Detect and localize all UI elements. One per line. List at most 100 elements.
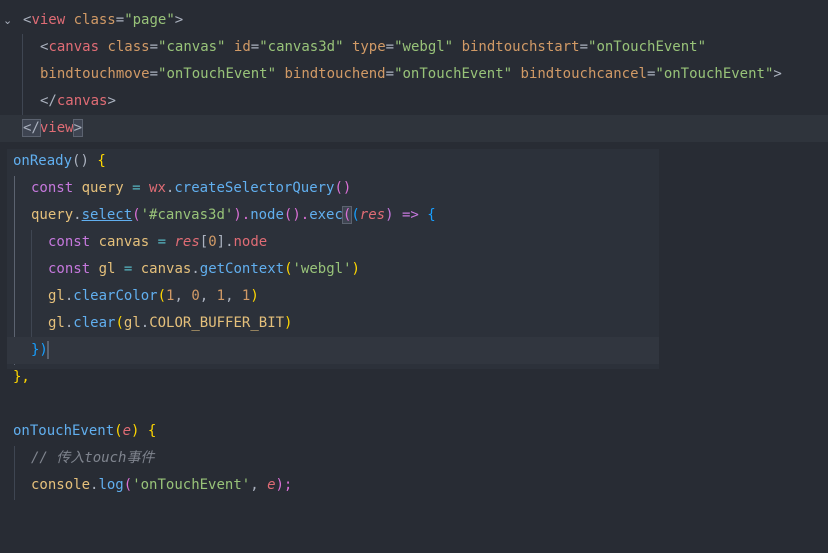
code-line[interactable]: bindtouchmove = "onTouchEvent" bindtouchen… xyxy=(0,61,828,88)
token: console xyxy=(31,477,91,493)
token: ( xyxy=(114,423,123,439)
code-line[interactable]: </view> xyxy=(0,115,828,142)
matching-bracket: > xyxy=(72,119,84,137)
token: { xyxy=(427,207,436,223)
code-line[interactable] xyxy=(0,391,828,418)
token: () xyxy=(334,180,352,196)
token: 0 xyxy=(208,234,217,250)
token: }) xyxy=(31,342,48,358)
token: }, xyxy=(13,369,30,385)
token: , xyxy=(225,288,242,304)
token: "onTouchEvent" xyxy=(588,39,707,55)
code-line[interactable]: }) xyxy=(7,337,659,364)
token: 1 xyxy=(216,288,226,304)
token-link[interactable]: select xyxy=(82,207,133,223)
token: "canvas" xyxy=(158,39,226,55)
token: "onTouchEvent" xyxy=(158,66,277,82)
code-line[interactable]: query.select('#canvas3d').node().exec((r… xyxy=(0,202,828,229)
token: ( xyxy=(157,288,167,304)
token: e xyxy=(267,477,276,493)
token: getContext xyxy=(199,261,285,277)
token: bindtouchstart xyxy=(461,39,580,55)
token: = xyxy=(385,66,395,82)
token: = xyxy=(123,180,150,196)
token: > xyxy=(107,93,116,109)
token: wx xyxy=(149,180,166,196)
token: { xyxy=(147,423,157,439)
token: view xyxy=(39,120,74,136)
code-line[interactable]: onReady() { xyxy=(0,148,828,175)
token: { xyxy=(97,153,106,169)
token: = xyxy=(115,261,141,277)
token: [ xyxy=(199,234,209,250)
token: exec xyxy=(309,207,343,223)
code-line[interactable]: gl.clear(gl.COLOR_BUFFER_BIT) xyxy=(0,310,828,337)
token: ) xyxy=(250,288,259,304)
token: . xyxy=(73,207,82,223)
code-editor[interactable]: ⌄ <view class="page"> <canvas class="can… xyxy=(0,0,828,506)
token: > xyxy=(174,12,184,28)
token: const xyxy=(31,180,74,196)
token: bindtouchend xyxy=(284,66,386,82)
token: res xyxy=(174,234,200,250)
token: "onTouchEvent" xyxy=(655,66,774,82)
token: , xyxy=(199,288,217,304)
code-line[interactable]: }, xyxy=(0,364,828,391)
code-line[interactable]: const query = wx.createSelectorQuery() xyxy=(0,175,828,202)
code-line[interactable]: // 传入touch事件 xyxy=(0,445,828,472)
token: const xyxy=(48,261,91,277)
code-line[interactable]: onTouchEvent(e) { xyxy=(0,418,828,445)
token: query xyxy=(81,180,124,196)
token: canvas xyxy=(56,93,108,109)
token: gl xyxy=(123,315,141,331)
code-line[interactable]: gl.clearColor(1, 0, 1, 1) xyxy=(0,283,828,310)
token: = xyxy=(115,12,125,28)
token: ]. xyxy=(216,234,234,250)
token: gl xyxy=(48,288,65,304)
token: > xyxy=(773,66,782,82)
token: COLOR_BUFFER_BIT xyxy=(149,315,285,331)
token: . xyxy=(191,261,200,277)
token: clear xyxy=(73,315,116,331)
code-line[interactable]: </canvas> xyxy=(0,88,828,115)
token: class xyxy=(73,12,116,28)
token: 0 xyxy=(191,288,200,304)
token: ); xyxy=(275,477,293,493)
token: bindtouchmove xyxy=(40,66,150,82)
code-line[interactable]: const gl = canvas.getContext('webgl') xyxy=(0,256,828,283)
token: view xyxy=(31,12,66,28)
token: </ xyxy=(40,93,57,109)
code-line[interactable]: <canvas class="canvas" id="canvas3d" typ… xyxy=(0,34,828,61)
token: ) => xyxy=(385,207,428,223)
token: gl xyxy=(98,261,116,277)
code-line[interactable]: console.log('onTouchEvent', e); xyxy=(0,472,828,499)
token: "page" xyxy=(124,12,175,28)
token: ( xyxy=(123,477,133,493)
token: onTouchEvent xyxy=(13,423,115,439)
token: ) xyxy=(351,261,360,277)
token: () xyxy=(72,153,98,169)
token: node xyxy=(233,234,268,250)
token: ( xyxy=(115,315,124,331)
token: ) xyxy=(131,423,148,439)
token: "canvas3d" xyxy=(259,39,344,55)
token: . xyxy=(140,315,150,331)
token: ( xyxy=(351,207,360,223)
token: res xyxy=(359,207,386,223)
token: 'webgl' xyxy=(292,261,352,277)
token: node xyxy=(250,207,284,223)
code-line[interactable]: const canvas = res[0].node xyxy=(0,229,828,256)
code-line[interactable]: ⌄ <view class="page"> xyxy=(0,7,828,34)
token: e xyxy=(122,423,132,439)
token: class xyxy=(107,39,150,55)
matching-bracket: </ xyxy=(22,119,41,137)
chevron-down-icon[interactable]: ⌄ xyxy=(3,7,17,34)
token: , xyxy=(174,288,192,304)
token: canvas xyxy=(48,39,100,55)
